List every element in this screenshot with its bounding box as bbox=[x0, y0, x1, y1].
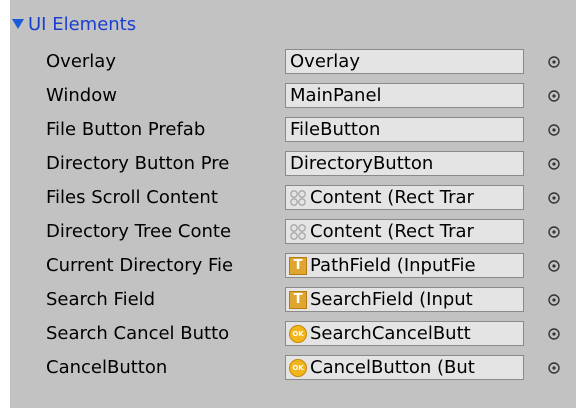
field-label: Current Directory Fie bbox=[46, 255, 234, 276]
object-picker-icon[interactable] bbox=[547, 157, 561, 171]
field-value: SearchField (Input bbox=[310, 289, 473, 310]
section-title: UI Elements bbox=[28, 13, 137, 35]
ui-elements-foldout[interactable]: UI Elements bbox=[10, 10, 136, 38]
object-picker-icon[interactable] bbox=[547, 327, 561, 341]
object-field-directory-tree-content[interactable]: Content (Rect Trar bbox=[285, 219, 524, 244]
field-label: Directory Tree Conte bbox=[46, 221, 232, 242]
inspector-panel: UI Elements Overlay Overlay Window MainP… bbox=[10, 0, 576, 408]
field-row-search-field: Search Field T SearchField (Input bbox=[10, 285, 576, 315]
field-row-window: Window MainPanel bbox=[10, 81, 576, 111]
object-picker-icon[interactable] bbox=[547, 259, 561, 273]
field-label: Overlay bbox=[46, 51, 116, 72]
object-field-cancel-button[interactable]: OK CancelButton (But bbox=[285, 355, 524, 380]
input-field-icon: T bbox=[288, 290, 308, 310]
input-field-glyph: T bbox=[289, 256, 307, 275]
field-value: CancelButton (But bbox=[310, 357, 475, 378]
field-value: PathField (InputFie bbox=[310, 255, 476, 276]
object-field-directory-button-prefab[interactable]: DirectoryButton bbox=[285, 151, 524, 176]
object-picker-icon[interactable] bbox=[547, 293, 561, 307]
field-label: Window bbox=[46, 85, 117, 106]
object-field-window[interactable]: MainPanel bbox=[285, 83, 524, 108]
field-value: Content (Rect Trar bbox=[310, 221, 474, 242]
field-value: SearchCancelButt bbox=[310, 323, 471, 344]
field-label: Search Field bbox=[46, 289, 156, 310]
object-field-search-cancel-button[interactable]: OK SearchCancelButt bbox=[285, 321, 524, 346]
button-icon: OK bbox=[288, 324, 308, 344]
rect-transform-icon bbox=[290, 189, 306, 206]
field-label: Files Scroll Content bbox=[46, 187, 218, 208]
field-row-file-button-prefab: File Button Prefab FileButton bbox=[10, 115, 576, 145]
field-row-search-cancel-button: Search Cancel Butto OK SearchCancelButt bbox=[10, 319, 576, 349]
foldout-arrow-icon[interactable] bbox=[12, 19, 24, 29]
field-value: Overlay bbox=[290, 51, 360, 72]
field-label: Directory Button Pre bbox=[46, 153, 230, 174]
object-picker-icon[interactable] bbox=[547, 191, 561, 205]
object-picker-icon[interactable] bbox=[547, 225, 561, 239]
button-glyph: OK bbox=[289, 358, 307, 377]
field-row-files-scroll-content: Files Scroll Content Content (Rect Trar bbox=[10, 183, 576, 213]
field-row-current-directory-field: Current Directory Fie T PathField (Input… bbox=[10, 251, 576, 281]
field-label: CancelButton bbox=[46, 357, 168, 378]
object-picker-icon[interactable] bbox=[547, 55, 561, 69]
field-row-overlay: Overlay Overlay bbox=[10, 47, 576, 77]
field-row-directory-button-prefab: Directory Button Pre DirectoryButton bbox=[10, 149, 576, 179]
input-field-icon: T bbox=[288, 256, 308, 276]
rect-transform-icon bbox=[290, 223, 306, 240]
object-field-file-button-prefab[interactable]: FileButton bbox=[285, 117, 524, 142]
field-label: Search Cancel Butto bbox=[46, 323, 230, 344]
field-value: FileButton bbox=[290, 119, 381, 140]
field-value: DirectoryButton bbox=[290, 153, 434, 174]
button-glyph: OK bbox=[289, 324, 307, 343]
field-row-cancel-button: CancelButton OK CancelButton (But bbox=[10, 353, 576, 383]
object-field-search-field[interactable]: T SearchField (Input bbox=[285, 287, 524, 312]
object-field-files-scroll-content[interactable]: Content (Rect Trar bbox=[285, 185, 524, 210]
field-value: MainPanel bbox=[290, 85, 382, 106]
object-picker-icon[interactable] bbox=[547, 361, 561, 375]
object-field-overlay[interactable]: Overlay bbox=[285, 49, 524, 74]
input-field-glyph: T bbox=[289, 290, 307, 309]
field-value: Content (Rect Trar bbox=[310, 187, 474, 208]
button-icon: OK bbox=[288, 358, 308, 378]
field-label: File Button Prefab bbox=[46, 119, 206, 140]
object-picker-icon[interactable] bbox=[547, 89, 561, 103]
object-picker-icon[interactable] bbox=[547, 123, 561, 137]
field-row-directory-tree-content: Directory Tree Conte Content (Rect Trar bbox=[10, 217, 576, 247]
object-field-current-directory-field[interactable]: T PathField (InputFie bbox=[285, 253, 524, 278]
